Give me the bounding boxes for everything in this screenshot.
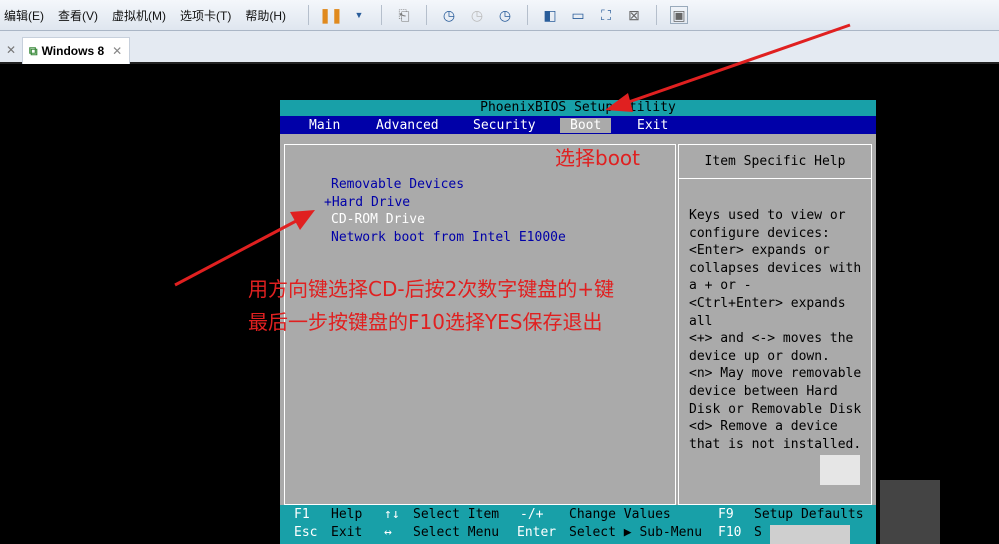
annotation-select-boot: 选择boot xyxy=(555,146,641,170)
arrowhead xyxy=(605,93,633,112)
annotation-line-1: 用方向键选择CD-后按2次数字键盘的+键 xyxy=(248,277,615,301)
arrowhead xyxy=(290,210,315,230)
arrow-to-boot xyxy=(619,23,851,107)
annotation-line-2: 最后一步按键盘的F10选择YES保存退出 xyxy=(248,310,603,334)
annotation-arrows xyxy=(174,23,851,287)
